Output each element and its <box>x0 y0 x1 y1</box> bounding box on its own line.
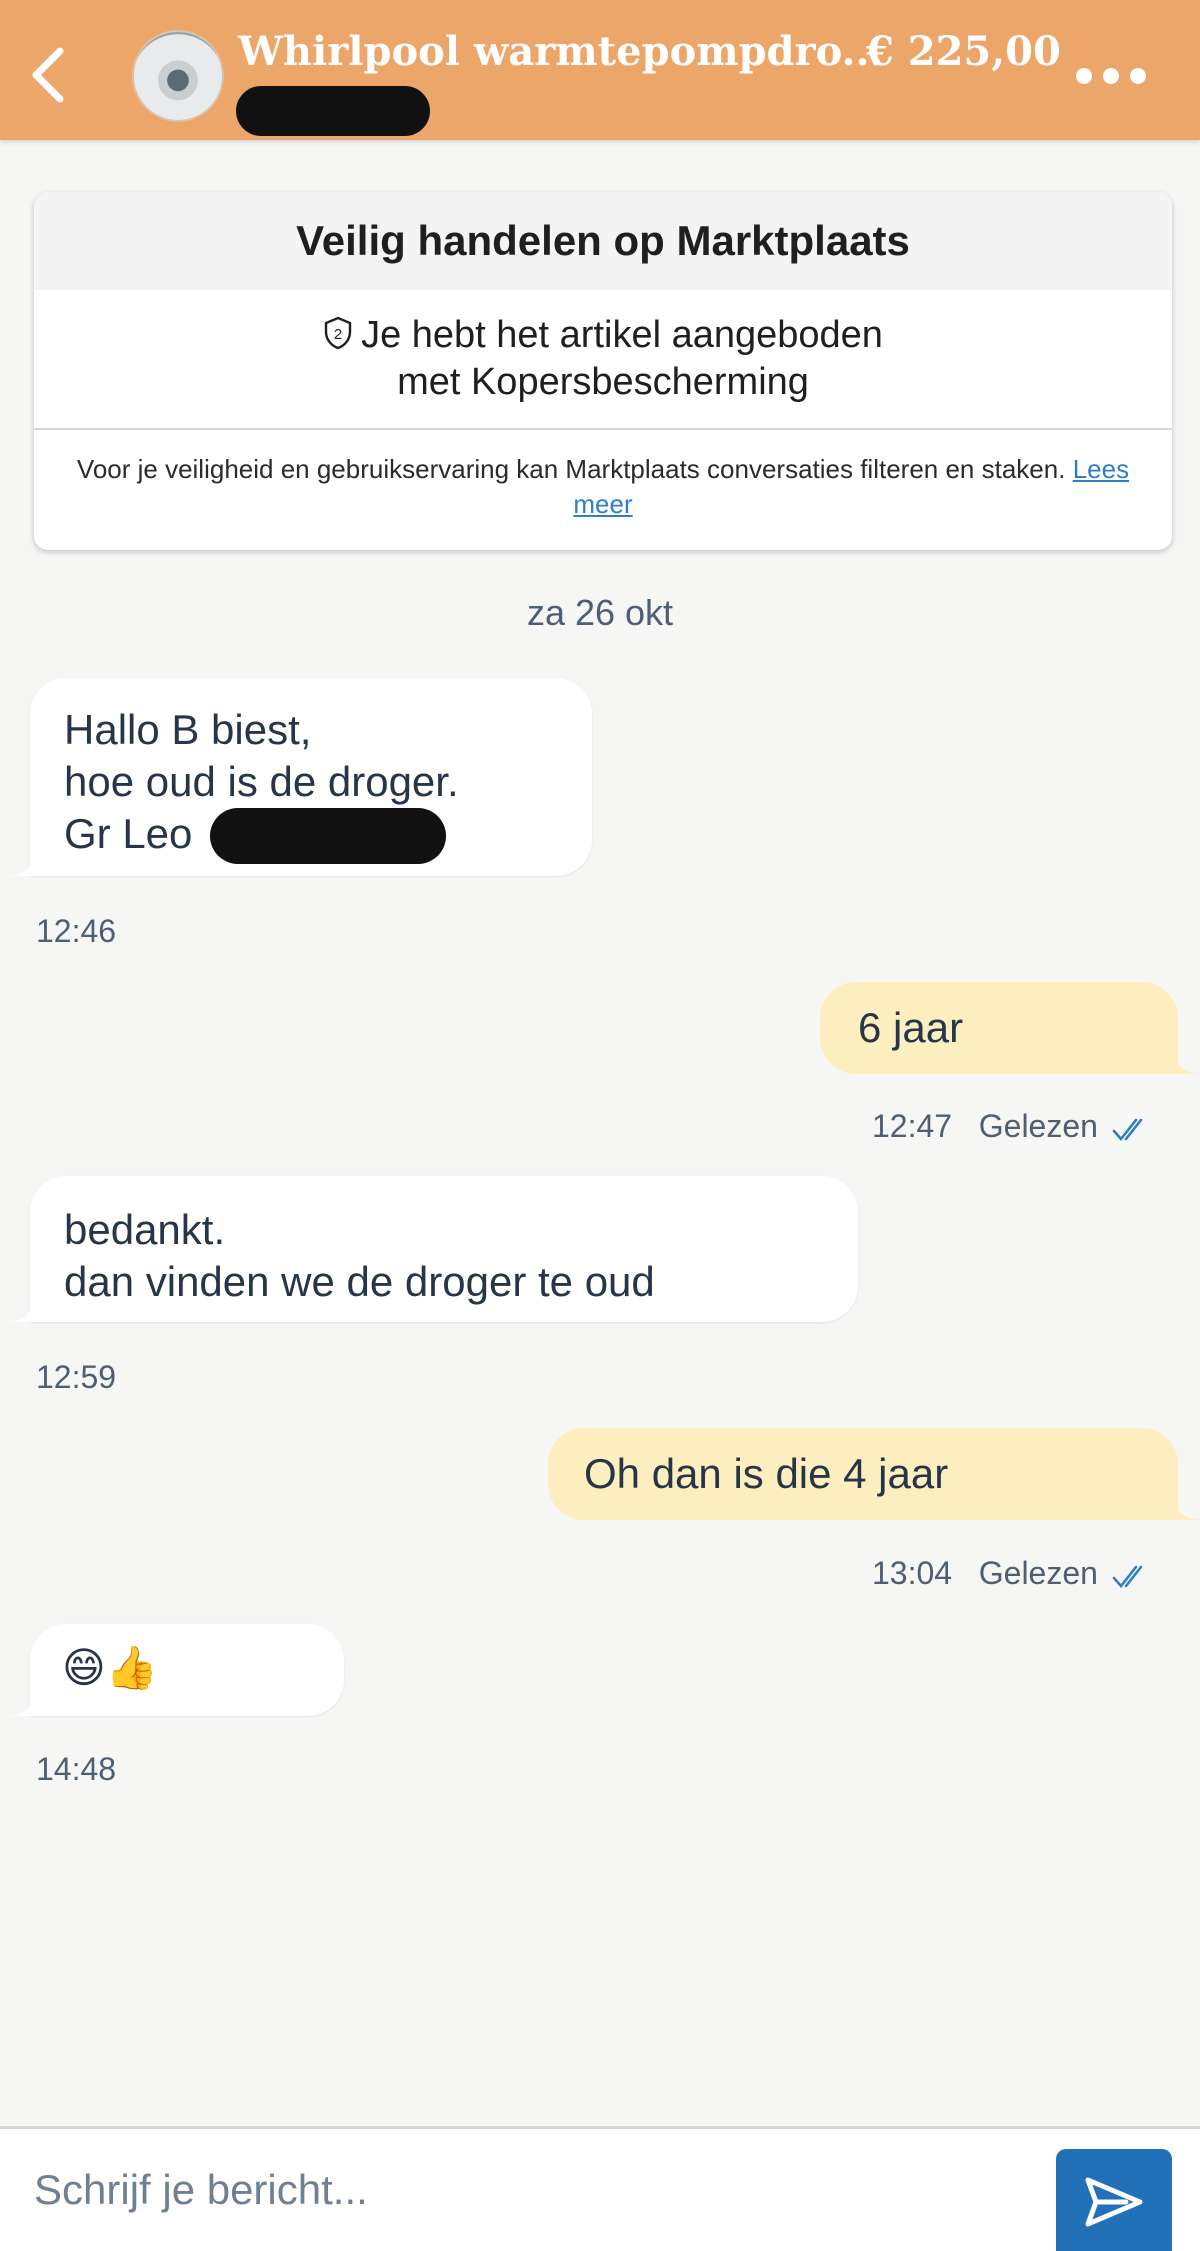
listing-title[interactable]: Whirlpool warmtepompdro... <box>238 28 883 75</box>
emoji-message: 😄👍 <box>62 1643 159 1692</box>
message-bubble-incoming: 😄👍 <box>10 1624 344 1716</box>
message-input[interactable] <box>0 2129 1040 2251</box>
chat-header: Whirlpool warmtepompdro... € 225,00 <box>0 0 1200 140</box>
double-check-icon <box>1112 1118 1143 1142</box>
listing-thumbnail[interactable] <box>132 30 224 122</box>
listing-price: € 225,00 <box>866 28 1061 75</box>
message-text: Oh dan is die 4 jaar <box>584 1450 949 1497</box>
message-receipt: 13:04 Gelezen <box>872 1555 1150 1592</box>
message-bubble-outgoing: Oh dan is die 4 jaar <box>548 1428 1198 1520</box>
message-time: 12:47 <box>872 1108 953 1144</box>
buyer-protection-line: 2 Je hebt het artikel aangeboden <box>323 312 883 359</box>
svg-text:2: 2 <box>334 326 342 343</box>
read-status: Gelezen <box>978 1555 1098 1591</box>
safety-notice-text: Voor je veiligheid en gebruikservaring k… <box>76 454 1066 484</box>
bubble-tail <box>1172 1048 1198 1074</box>
more-options-button[interactable] <box>1076 58 1146 94</box>
message-time: 14:48 <box>36 1751 117 1787</box>
send-button[interactable] <box>1056 2149 1172 2251</box>
bubble-tail <box>10 1690 36 1716</box>
redacted-seller-name <box>236 86 430 136</box>
read-status: Gelezen <box>978 1108 1098 1144</box>
safety-heading: Veilig handelen op Marktplaats <box>34 192 1172 290</box>
redacted-buyer-name <box>210 808 446 864</box>
more-dot <box>1130 68 1146 84</box>
message-line: dan vinden we de droger te oud <box>64 1258 655 1305</box>
protection-line1: Je hebt het artikel aangeboden <box>361 314 883 356</box>
shield-icon: 2 <box>324 316 352 350</box>
message-bubble-outgoing: 6 jaar <box>820 982 1198 1074</box>
bubble-tail <box>10 1296 36 1322</box>
message-time: 12:59 <box>36 1359 117 1395</box>
message-time: 12:46 <box>36 913 117 949</box>
buyer-protection-info: 2 Je hebt het artikel aangeboden met Kop… <box>34 290 1172 430</box>
bubble-tail <box>1172 1494 1198 1520</box>
message-receipt: 12:47 Gelezen <box>872 1108 1150 1145</box>
message-time: 13:04 <box>872 1555 953 1591</box>
chevron-left-icon <box>32 47 64 103</box>
send-icon <box>1085 2177 1143 2226</box>
message-bubble-incoming: bedankt. dan vinden we de droger te oud <box>10 1176 858 1322</box>
double-check-icon <box>1112 1565 1143 1589</box>
message-line: bedankt. <box>64 1206 226 1253</box>
protection-line2: met Kopersbescherming <box>397 361 809 403</box>
back-button[interactable] <box>18 40 78 110</box>
message-line: hoe oud is de droger. <box>64 758 459 805</box>
compose-bar <box>0 2126 1200 2251</box>
more-dots-icon <box>1076 68 1092 84</box>
message-line: Hallo B biest, <box>64 706 312 753</box>
bubble-tail <box>10 850 36 876</box>
date-separator: za 26 okt <box>526 592 674 633</box>
message-text: 6 jaar <box>858 1004 964 1051</box>
more-dot <box>1103 68 1119 84</box>
safety-notice: Voor je veiligheid en gebruikservaring k… <box>34 430 1172 522</box>
safety-card: Veilig handelen op Marktplaats 2 Je hebt… <box>34 192 1172 550</box>
